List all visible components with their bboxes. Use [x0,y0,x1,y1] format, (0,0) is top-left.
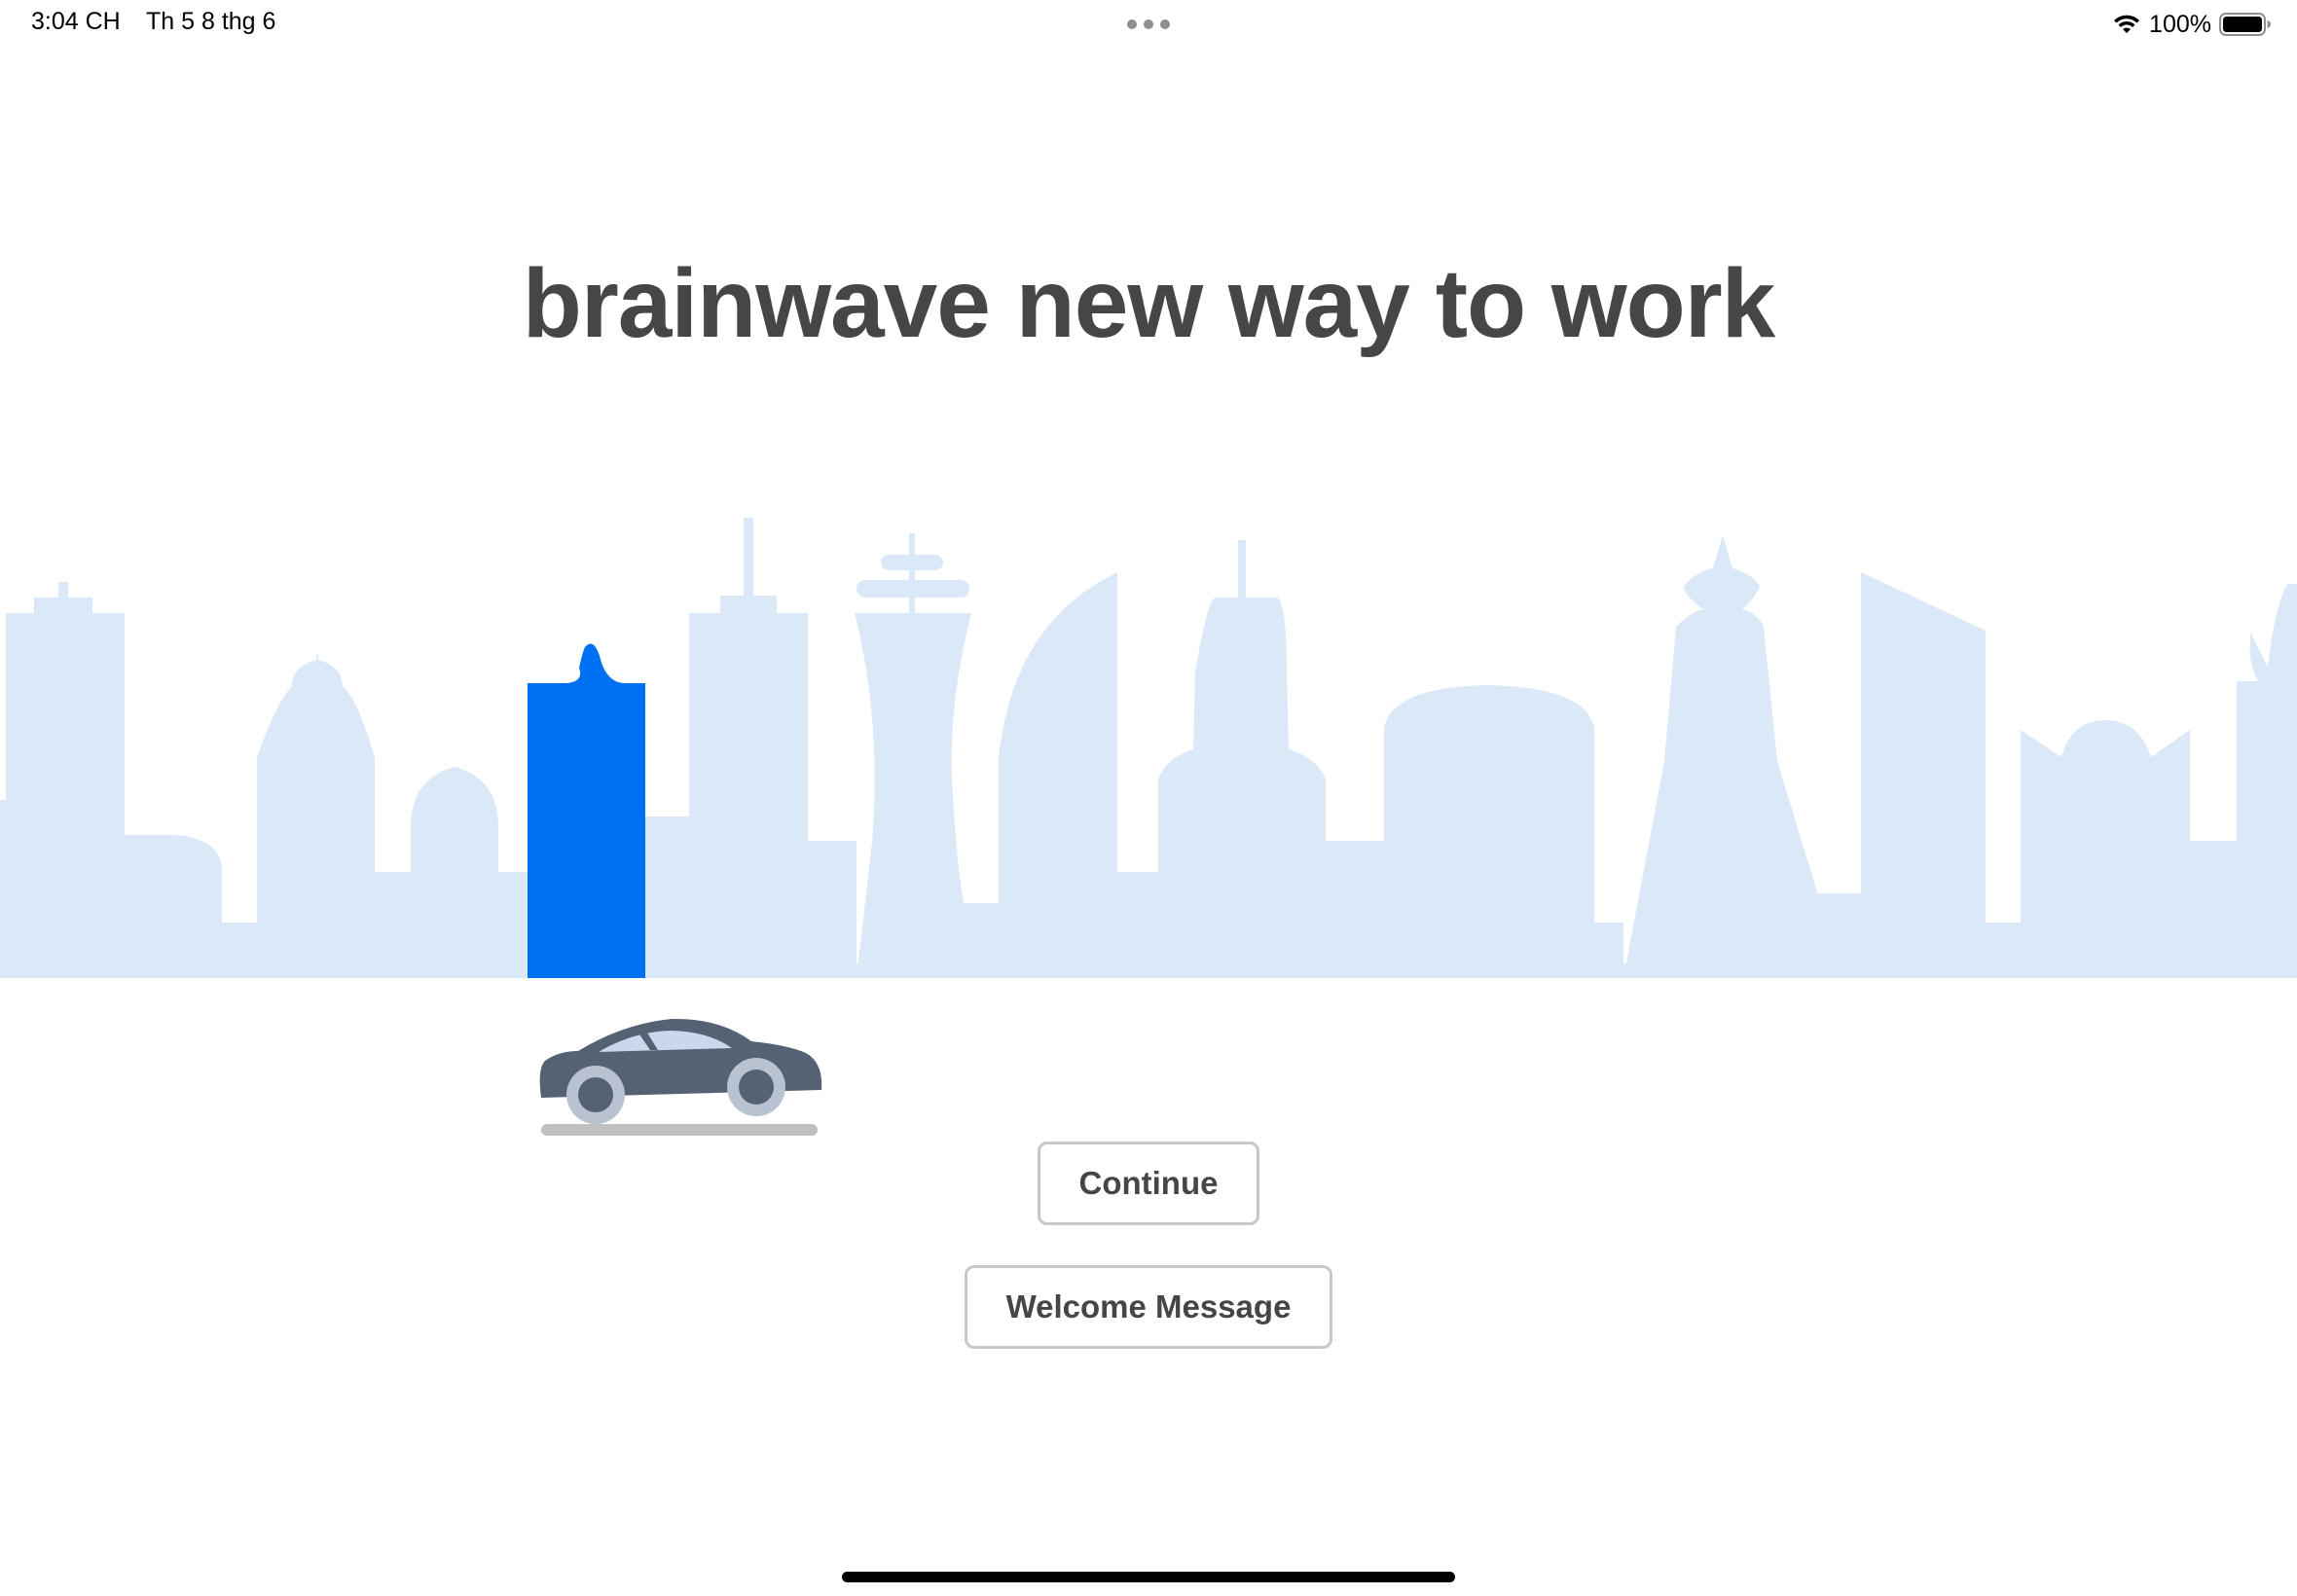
wifi-icon [2114,15,2140,33]
city-skyline-illustration [0,518,2297,978]
car-illustration [539,1018,822,1136]
road-line [541,1124,818,1136]
status-time: 3:04 CH [31,8,121,35]
dot [1127,19,1137,29]
status-indicators: 100% [2112,8,2272,41]
multitask-dots-icon[interactable] [1127,19,1170,29]
dot [1160,19,1170,29]
skyline-buildings [0,518,2297,978]
onboarding-screen: 3:04 CH Th 5 8 thg 6 100% brainwave new … [0,0,2297,1596]
welcome-message-button[interactable]: Welcome Message [965,1265,1332,1349]
battery-icon [2219,13,2271,36]
highlighted-building [528,643,645,978]
page-title: brainwave new way to work [522,249,1776,358]
status-bar: 3:04 CH Th 5 8 thg 6 100% [0,0,2297,49]
home-indicator[interactable] [842,1572,1455,1582]
status-date: Th 5 8 thg 6 [146,8,276,35]
battery-percent: 100% [2149,10,2211,38]
car-wheel-front [566,1066,625,1124]
continue-button[interactable]: Continue [1038,1142,1259,1225]
car-wheel-rear [727,1058,785,1116]
dot [1144,19,1153,29]
